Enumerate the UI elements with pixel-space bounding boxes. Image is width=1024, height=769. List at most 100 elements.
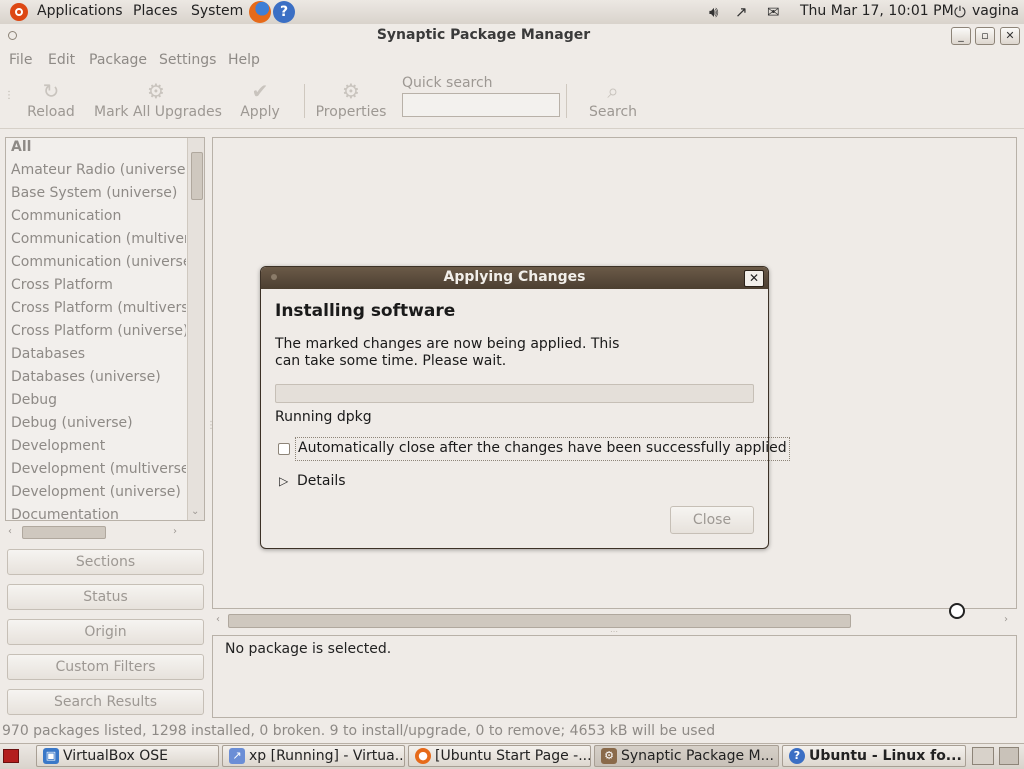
places-menu[interactable]: Places <box>133 3 178 19</box>
taskbar-item-firefox[interactable]: ● [Ubuntu Start Page -... <box>408 745 591 767</box>
applying-changes-dialog: Applying Changes ✕ Installing software T… <box>260 266 790 549</box>
window-titlebar[interactable]: Synaptic Package Manager _ ▫ ✕ <box>0 24 1024 46</box>
menu-file[interactable]: File <box>9 52 32 68</box>
toolbar-grip[interactable]: ⋮ <box>4 90 14 101</box>
reload-icon: ↻ <box>42 79 60 103</box>
sections-filter-button[interactable]: Sections <box>7 549 204 575</box>
scroll-right-icon[interactable]: › <box>1004 614 1008 625</box>
dialog-heading: Installing software <box>275 301 456 321</box>
search-results-button[interactable]: Search Results <box>7 689 204 715</box>
firefox-icon: ● <box>415 748 431 764</box>
menu-package[interactable]: Package <box>89 52 147 68</box>
trash-icon[interactable] <box>999 747 1019 765</box>
dialog-close-icon[interactable]: ✕ <box>744 270 764 287</box>
minimize-button[interactable]: _ <box>951 27 971 45</box>
dialog-title: Applying Changes <box>443 269 586 285</box>
workspace-switcher-icon[interactable] <box>972 747 994 765</box>
quick-search-label: Quick search <box>402 75 493 91</box>
section-item[interactable]: Databases <box>11 346 186 369</box>
search-button[interactable]: ⌕ Search <box>586 72 640 128</box>
dialog-titlebar[interactable]: Applying Changes ✕ <box>261 267 768 289</box>
section-item[interactable]: Debug <box>11 392 186 415</box>
upgrade-icon: ⚙ <box>147 79 165 103</box>
help-icon[interactable]: ? <box>273 1 295 23</box>
show-desktop-icon[interactable] <box>3 749 19 763</box>
reload-button[interactable]: ↻ Reload <box>24 72 78 128</box>
help-icon: ? <box>789 748 805 764</box>
synaptic-icon: ⚙ <box>601 748 617 764</box>
auto-close-checkbox[interactable] <box>278 443 290 455</box>
mark-all-upgrades-button[interactable]: ⚙ Mark All Upgrades <box>94 72 222 128</box>
toolbar-separator <box>566 84 567 118</box>
statusbar: 970 packages listed, 1298 installed, 0 b… <box>0 723 1024 741</box>
close-button[interactable]: Close <box>670 506 754 534</box>
origin-filter-button[interactable]: Origin <box>7 619 204 645</box>
scroll-left-icon[interactable]: ‹ <box>8 526 12 537</box>
vm-window-icon: ↗ <box>229 748 245 764</box>
section-item[interactable]: Cross Platform <box>11 277 186 300</box>
user-name[interactable]: vagina <box>972 3 1019 19</box>
section-item[interactable]: Cross Platform (multiverse) <box>11 300 186 323</box>
package-description-pane: No package is selected. <box>212 635 1017 718</box>
apply-button[interactable]: ✔ Apply <box>236 72 284 128</box>
status-filter-button[interactable]: Status <box>7 584 204 610</box>
maximize-button[interactable]: ▫ <box>975 27 995 45</box>
section-list-scrollbar[interactable]: ⌄ <box>187 138 204 520</box>
taskbar-item-synaptic[interactable]: ⚙ Synaptic Package M... <box>594 745 779 767</box>
scroll-right-icon[interactable]: › <box>173 526 177 537</box>
section-list-hscrollbar[interactable]: ‹ › <box>5 523 188 541</box>
virtualbox-icon: ▣ <box>43 748 59 764</box>
power-icon[interactable]: ⏻ <box>954 3 966 21</box>
close-window-button[interactable]: ✕ <box>1000 27 1020 45</box>
quick-search-input[interactable] <box>402 93 560 117</box>
ubuntu-logo-icon[interactable] <box>10 3 28 21</box>
progress-label: Running dpkg <box>275 409 372 425</box>
progress-bar <box>275 384 754 403</box>
menu-settings[interactable]: Settings <box>159 52 216 68</box>
section-item[interactable]: Debug (universe) <box>11 415 186 438</box>
details-expander[interactable]: Details <box>297 473 346 489</box>
section-item[interactable]: Amateur Radio (universe) <box>11 162 186 185</box>
applications-menu[interactable]: Applications <box>37 3 123 19</box>
section-item[interactable]: Development (universe) <box>11 484 186 507</box>
network-icon[interactable]: ↗ <box>735 3 748 21</box>
volume-icon[interactable]: 🔊︎ <box>709 3 718 21</box>
checkmark-icon: ✔ <box>251 79 269 103</box>
busy-cursor-icon <box>949 603 965 619</box>
section-item[interactable]: Communication (universe) <box>11 254 186 277</box>
properties-icon: ⚙ <box>342 79 360 103</box>
auto-close-label[interactable]: Automatically close after the changes ha… <box>295 437 790 461</box>
mail-icon[interactable]: ✉ <box>767 3 780 21</box>
section-item[interactable]: Base System (universe) <box>11 185 186 208</box>
top-panel: Applications Places System ? 🔊︎ ↗ ✉ Thu … <box>0 0 1024 25</box>
firefox-icon[interactable] <box>249 1 271 23</box>
scrollbar-thumb[interactable] <box>228 614 851 628</box>
section-item[interactable]: Cross Platform (universe) <box>11 323 186 346</box>
menu-edit[interactable]: Edit <box>48 52 75 68</box>
expander-arrow-icon[interactable]: ▷ <box>279 474 288 488</box>
section-item[interactable]: Documentation <box>11 507 186 520</box>
clock[interactable]: Thu Mar 17, 10:01 PM <box>800 3 954 19</box>
menubar: File Edit Package Settings Help <box>0 48 1024 72</box>
status-text: 970 packages listed, 1298 installed, 0 b… <box>2 723 716 739</box>
menu-help[interactable]: Help <box>228 52 260 68</box>
section-item[interactable]: Development (multiverse) <box>11 461 186 484</box>
section-list[interactable]: All Amateur Radio (universe) Base System… <box>5 137 205 521</box>
scrollbar-thumb[interactable] <box>22 526 106 539</box>
section-item[interactable]: Databases (universe) <box>11 369 186 392</box>
section-item-all[interactable]: All <box>11 139 186 162</box>
taskbar-item-xp-running[interactable]: ↗ xp [Running] - Virtua... <box>222 745 405 767</box>
scrollbar-thumb[interactable] <box>191 152 203 200</box>
dialog-message: The marked changes are now being applied… <box>275 336 620 369</box>
properties-button[interactable]: ⚙ Properties <box>314 72 388 128</box>
custom-filters-button[interactable]: Custom Filters <box>7 654 204 680</box>
scroll-down-icon[interactable]: ⌄ <box>191 506 199 517</box>
toolbar-separator <box>304 84 305 118</box>
taskbar-item-ubuntu-help[interactable]: ? Ubuntu - Linux fo... <box>782 745 966 767</box>
section-item[interactable]: Development <box>11 438 186 461</box>
section-item[interactable]: Communication (multiverse) <box>11 231 186 254</box>
taskbar-item-virtualbox[interactable]: ▣ VirtualBox OSE <box>36 745 219 767</box>
section-item[interactable]: Communication <box>11 208 186 231</box>
scroll-left-icon[interactable]: ‹ <box>216 614 220 625</box>
system-menu[interactable]: System <box>191 3 243 19</box>
